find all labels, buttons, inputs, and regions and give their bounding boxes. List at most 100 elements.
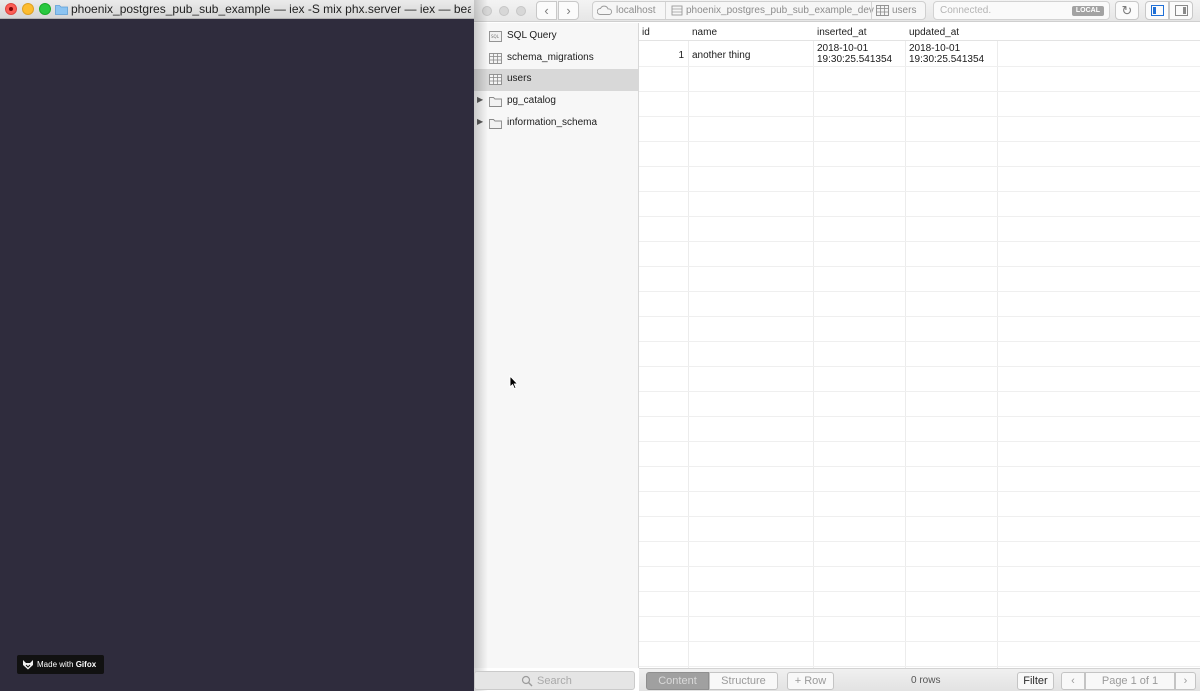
sidebar-item-sql-query[interactable]: SQL SQL Query xyxy=(474,26,638,48)
row-divider xyxy=(639,666,1200,667)
add-row-button[interactable]: + Row xyxy=(787,672,834,690)
column-divider[interactable] xyxy=(688,23,689,668)
table-icon xyxy=(489,74,502,85)
filter-button[interactable]: Filter xyxy=(1017,672,1054,690)
database-toolbar: ‹ › localhost phoenix_postgres_pub_sub_e… xyxy=(474,0,1200,22)
folder-icon xyxy=(489,97,502,107)
column-header-id[interactable]: id xyxy=(642,27,650,38)
toggle-sidebar-button[interactable] xyxy=(1145,1,1169,20)
sidebar-item-label: pg_catalog xyxy=(507,95,556,106)
row-divider xyxy=(639,291,1200,292)
row-divider xyxy=(639,91,1200,92)
zoom-window-button[interactable] xyxy=(39,3,51,15)
minimize-window-button[interactable] xyxy=(22,3,34,15)
server-icon xyxy=(597,5,613,15)
row-divider xyxy=(639,441,1200,442)
column-header-updated-at[interactable]: updated_at xyxy=(909,27,959,38)
cell-updated-at-time[interactable]: 19:30:25.541354 xyxy=(909,54,984,65)
column-divider[interactable] xyxy=(997,23,998,668)
database-icon xyxy=(671,5,683,16)
sidebar-item-users[interactable]: users xyxy=(474,69,638,91)
folder-icon xyxy=(55,5,68,15)
column-header-name[interactable]: name xyxy=(692,27,717,38)
search-placeholder: Search xyxy=(537,675,572,687)
terminal-title: phoenix_postgres_pub_sub_example — iex -… xyxy=(71,2,471,16)
svg-text:SQL: SQL xyxy=(491,34,500,39)
next-page-button[interactable]: › xyxy=(1175,672,1196,690)
terminal-titlebar[interactable]: phoenix_postgres_pub_sub_example — iex -… xyxy=(0,0,474,19)
local-badge: LOCAL xyxy=(1071,6,1104,16)
toggle-inspector-button[interactable] xyxy=(1169,1,1193,20)
refresh-icon: ↻ xyxy=(1121,3,1133,18)
disclosure-triangle-icon[interactable]: ▶ xyxy=(477,95,483,104)
cell-name[interactable]: another thing xyxy=(692,50,750,61)
connection-status-text: Connected. xyxy=(940,5,992,16)
breadcrumb: localhost phoenix_postgres_pub_sub_examp… xyxy=(592,1,926,20)
breadcrumb-separator xyxy=(665,2,666,19)
disclosure-triangle-icon[interactable]: ▶ xyxy=(477,117,483,126)
cell-updated-at-date[interactable]: 2018-10-01 xyxy=(909,43,960,54)
row-divider xyxy=(639,166,1200,167)
sidebar-item-schema-migrations[interactable]: schema_migrations xyxy=(474,48,638,70)
breadcrumb-table-label: users xyxy=(892,5,917,16)
tab-structure[interactable]: Structure xyxy=(709,672,778,690)
row-divider xyxy=(639,466,1200,467)
sidebar-item-label: SQL Query xyxy=(507,30,557,41)
sidebar-search-input[interactable]: Search xyxy=(474,671,635,690)
table-icon xyxy=(876,5,889,16)
row-divider xyxy=(639,491,1200,492)
sidebar-item-pg-catalog[interactable]: ▶ pg_catalog xyxy=(474,91,638,113)
breadcrumb-host-label: localhost xyxy=(616,5,656,16)
chevron-right-icon: › xyxy=(566,3,571,18)
forward-button[interactable]: › xyxy=(558,1,579,20)
sidebar-item-information-schema[interactable]: ▶ information_schema xyxy=(474,113,638,135)
refresh-button[interactable]: ↻ xyxy=(1115,1,1139,20)
chevron-left-icon: ‹ xyxy=(544,3,549,18)
table-content-grid[interactable]: id name inserted_at updated_at 1 another… xyxy=(639,23,1200,668)
row-divider xyxy=(639,66,1200,67)
column-divider[interactable] xyxy=(905,23,906,668)
minimize-window-button[interactable] xyxy=(499,6,509,16)
breadcrumb-table[interactable]: users xyxy=(876,2,925,19)
watermark-brand: Gifox xyxy=(75,660,97,669)
row-divider xyxy=(639,641,1200,642)
connection-status: Connected. LOCAL xyxy=(933,1,1110,20)
previous-page-button[interactable]: ‹ xyxy=(1061,672,1085,690)
row-divider xyxy=(639,241,1200,242)
cell-inserted-at-date[interactable]: 2018-10-01 xyxy=(817,43,868,54)
cell-id[interactable]: 1 xyxy=(678,50,684,61)
row-divider xyxy=(639,591,1200,592)
row-divider xyxy=(639,566,1200,567)
row-divider xyxy=(639,266,1200,267)
tab-content[interactable]: Content xyxy=(646,672,709,690)
row-divider xyxy=(639,141,1200,142)
row-divider xyxy=(639,516,1200,517)
sidebar-right-icon xyxy=(1175,5,1188,16)
row-divider xyxy=(639,391,1200,392)
table-list-sidebar: SQL SQL Query schema_migrations users ▶ … xyxy=(474,23,639,668)
table-header: id name inserted_at updated_at xyxy=(639,23,1200,41)
terminal-window[interactable]: phoenix_postgres_pub_sub_example — iex -… xyxy=(0,0,474,691)
page-indicator[interactable]: Page 1 of 1 xyxy=(1085,672,1175,690)
sidebar-item-label: schema_migrations xyxy=(507,52,594,63)
chevron-right-icon: › xyxy=(1183,675,1188,687)
watermark-prefix: Made with xyxy=(37,660,74,669)
sidebar-item-label: users xyxy=(507,73,532,84)
breadcrumb-database-label: phoenix_postgres_pub_sub_example_dev xyxy=(686,5,874,16)
breadcrumb-database[interactable]: phoenix_postgres_pub_sub_example_dev xyxy=(671,2,874,19)
back-button[interactable]: ‹ xyxy=(536,1,557,20)
column-divider[interactable] xyxy=(813,23,814,668)
row-divider xyxy=(639,191,1200,192)
folder-icon xyxy=(489,119,502,129)
row-divider xyxy=(639,116,1200,117)
row-divider xyxy=(639,616,1200,617)
breadcrumb-host[interactable]: localhost xyxy=(597,2,667,19)
close-window-button[interactable] xyxy=(482,6,492,16)
column-header-inserted-at[interactable]: inserted_at xyxy=(817,27,866,38)
close-window-button[interactable] xyxy=(5,3,17,15)
zoom-window-button[interactable] xyxy=(516,6,526,16)
row-divider xyxy=(639,416,1200,417)
sidebar-item-label: information_schema xyxy=(507,117,598,128)
sql-query-icon: SQL xyxy=(489,31,502,42)
cell-inserted-at-time[interactable]: 19:30:25.541354 xyxy=(817,54,892,65)
